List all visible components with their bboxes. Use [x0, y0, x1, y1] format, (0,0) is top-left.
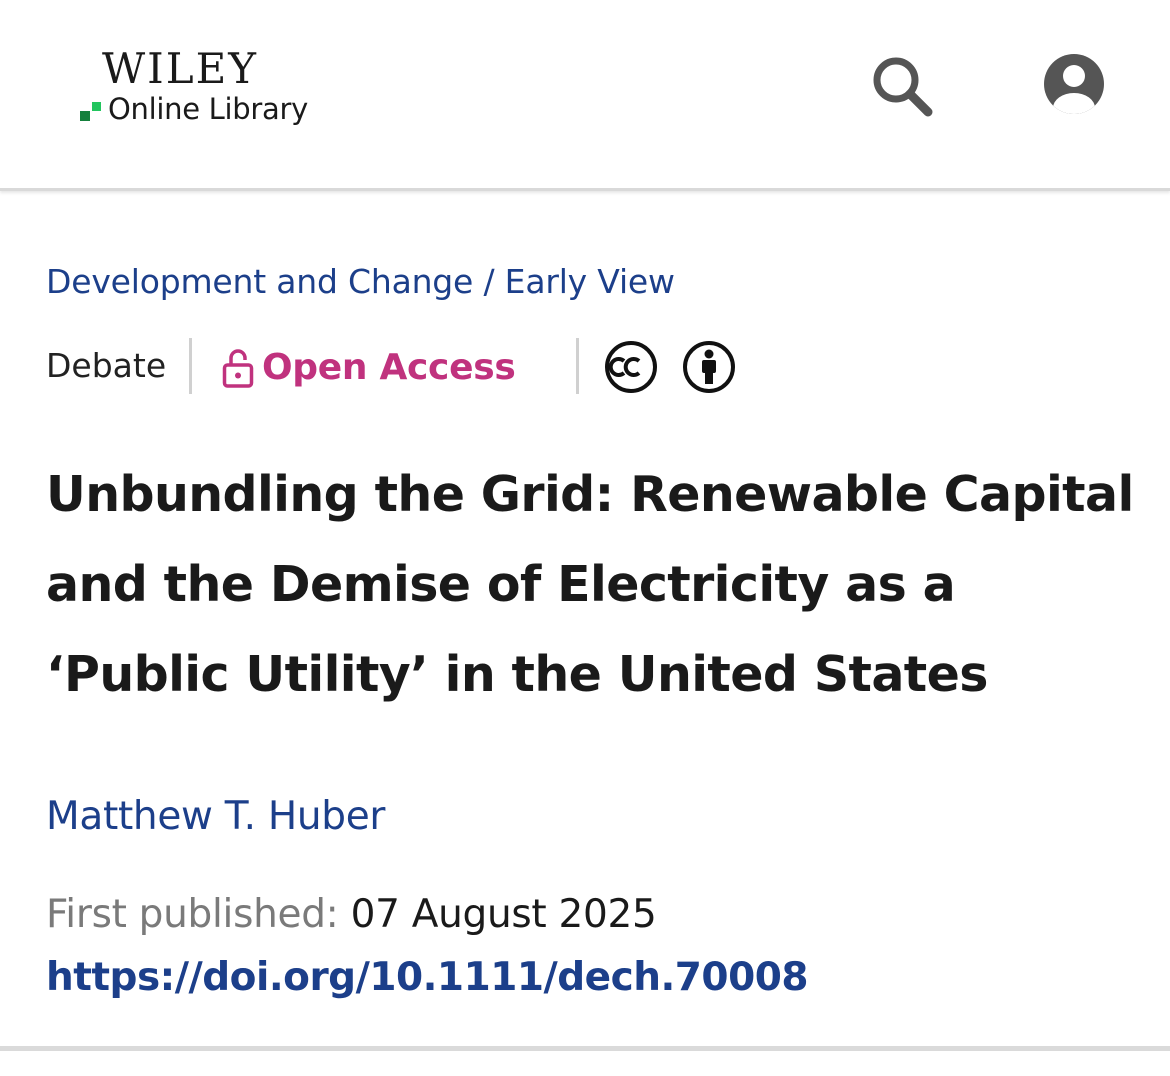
- breadcrumb-separator: /: [473, 262, 505, 301]
- search-button[interactable]: [868, 52, 936, 118]
- breadcrumb-journal-link[interactable]: Development and Change: [46, 262, 473, 301]
- wiley-online-library-logo[interactable]: WILEY Online Library: [80, 46, 340, 136]
- meta-divider: [189, 338, 192, 394]
- attribution-icon[interactable]: [682, 340, 736, 394]
- account-icon: [1044, 54, 1104, 114]
- first-published-date: 07 August 2025: [350, 892, 657, 937]
- account-button[interactable]: [1040, 50, 1108, 118]
- open-access-label: Open Access: [262, 347, 516, 388]
- logo-subtitle: Online Library: [108, 92, 308, 126]
- article-type: Debate: [46, 346, 167, 385]
- breadcrumb-issue-link[interactable]: Early View: [505, 262, 675, 301]
- article-meta-row: Debate Open Access: [46, 338, 806, 398]
- search-icon: [873, 57, 933, 117]
- logo-mark-icon: [80, 100, 102, 122]
- open-lock-icon: [222, 349, 254, 388]
- first-published-label: First published:: [46, 892, 339, 937]
- doi-link[interactable]: https://doi.org/10.1111/dech.70008: [46, 952, 808, 1004]
- breadcrumb: Development and Change / Early View: [46, 260, 675, 304]
- publication-date: First published: 07 August 2025: [46, 890, 657, 940]
- meta-divider: [576, 338, 579, 394]
- logo-wordmark: WILEY: [102, 44, 259, 93]
- author-link[interactable]: Matthew T. Huber: [46, 792, 385, 842]
- article-title: Unbundling the Grid: Renewable Capital a…: [46, 466, 1134, 703]
- top-header: WILEY Online Library: [0, 0, 1170, 191]
- creative-commons-icon[interactable]: [604, 340, 658, 394]
- section-divider: [0, 1046, 1170, 1051]
